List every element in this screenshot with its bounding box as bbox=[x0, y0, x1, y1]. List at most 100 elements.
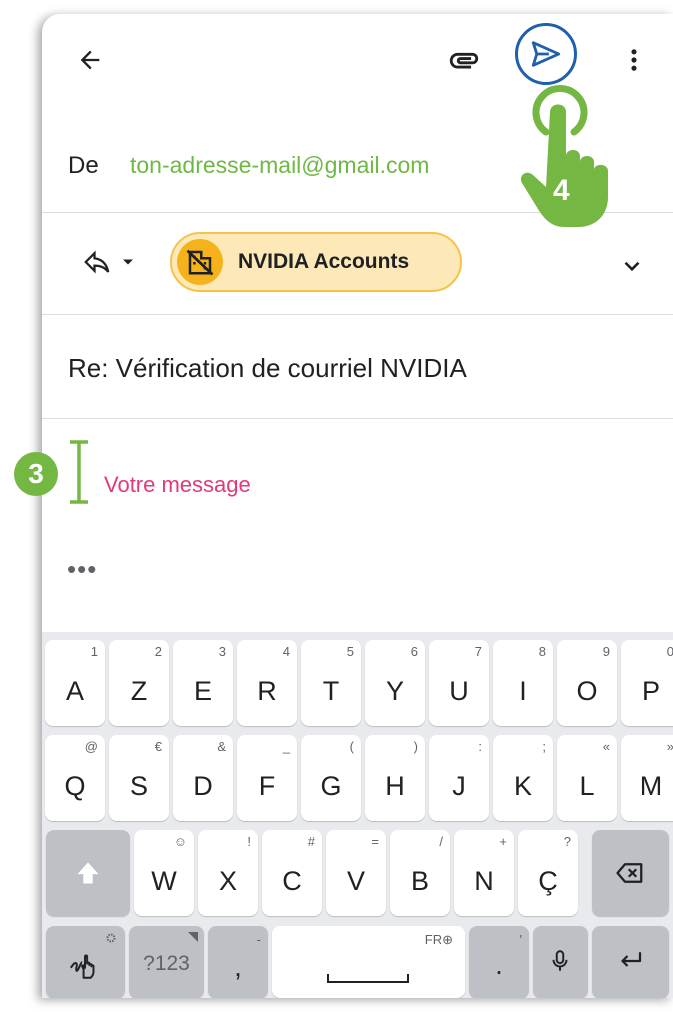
key-z[interactable]: 2Z bbox=[109, 640, 169, 726]
key-label: Q bbox=[64, 771, 86, 801]
space-key[interactable]: FR⊕ bbox=[272, 926, 465, 998]
text-cursor-icon bbox=[70, 440, 88, 504]
key-w[interactable]: ☺ W bbox=[134, 830, 194, 916]
period-key[interactable]: ' . bbox=[469, 926, 529, 998]
key-t[interactable]: 5T bbox=[301, 640, 361, 726]
key-label: Z bbox=[130, 676, 148, 706]
key-b[interactable]: / B bbox=[390, 830, 450, 916]
key-label: S bbox=[129, 771, 148, 801]
key-hint: = bbox=[371, 834, 379, 849]
key-j[interactable]: :J bbox=[429, 735, 489, 821]
key-g[interactable]: (G bbox=[301, 735, 361, 821]
key-label: J bbox=[452, 771, 466, 801]
more-options-button[interactable] bbox=[614, 40, 654, 80]
key-i[interactable]: 8I bbox=[493, 640, 553, 726]
key-x[interactable]: ! X bbox=[198, 830, 258, 916]
key-hint: « bbox=[602, 739, 610, 754]
email-compose-screen: De ton-adresse-mail@gmail.com NVIDIA Acc… bbox=[42, 14, 673, 998]
show-quoted-text-button[interactable]: ••• bbox=[67, 554, 97, 585]
key-hint: ( bbox=[349, 739, 354, 754]
key-label: D bbox=[193, 771, 213, 801]
key-hint: ? bbox=[563, 834, 571, 849]
key-label: R bbox=[257, 676, 277, 706]
key-u[interactable]: 7U bbox=[429, 640, 489, 726]
key-hint: ) bbox=[413, 739, 418, 754]
key-hint: / bbox=[439, 834, 443, 849]
more-vert-icon bbox=[631, 49, 637, 71]
key-c[interactable]: # C bbox=[262, 830, 322, 916]
key-hint: 0 bbox=[666, 644, 673, 659]
comma-key-label: , bbox=[234, 952, 242, 982]
key-label: K bbox=[513, 771, 532, 801]
subject-field[interactable]: Re: Vérification de courriel NVIDIA bbox=[68, 353, 467, 384]
enter-icon bbox=[621, 952, 642, 967]
key-e[interactable]: 3E bbox=[173, 640, 233, 726]
voice-input-key[interactable] bbox=[533, 926, 588, 998]
key-label: Ç bbox=[538, 866, 558, 896]
key-p[interactable]: 0P bbox=[621, 640, 673, 726]
key-hint: @ bbox=[84, 739, 98, 754]
shift-icon bbox=[77, 862, 99, 884]
key-n[interactable]: + N bbox=[454, 830, 514, 916]
key-hint: ; bbox=[542, 739, 546, 754]
period-key-hint: ' bbox=[519, 932, 522, 947]
back-button[interactable] bbox=[70, 40, 110, 80]
enter-key[interactable] bbox=[592, 926, 669, 998]
key-label: P bbox=[641, 676, 660, 706]
key-v[interactable]: = V bbox=[326, 830, 386, 916]
recipient-avatar bbox=[177, 239, 223, 285]
key-r[interactable]: 4R bbox=[237, 640, 297, 726]
microphone-icon bbox=[552, 950, 568, 971]
handwriting-key[interactable] bbox=[46, 926, 125, 998]
space-bar-icon bbox=[327, 974, 409, 983]
key-y[interactable]: 6Y bbox=[365, 640, 425, 726]
key-label: W bbox=[151, 866, 177, 896]
key-hint: 6 bbox=[410, 644, 418, 659]
symbols-key-label: ?123 bbox=[143, 952, 190, 975]
backspace-key[interactable] bbox=[592, 830, 669, 916]
paperclip-icon bbox=[449, 52, 479, 69]
key-f[interactable]: _ F bbox=[237, 735, 297, 821]
key-k[interactable]: ; K bbox=[493, 735, 553, 821]
attach-button[interactable] bbox=[444, 40, 484, 80]
key-label: V bbox=[346, 866, 365, 896]
from-address[interactable]: ton-adresse-mail@gmail.com bbox=[130, 152, 429, 179]
shift-key[interactable] bbox=[46, 830, 130, 916]
key-hint: 9 bbox=[602, 644, 610, 659]
key-hint: & bbox=[217, 739, 226, 754]
chevron-down-icon bbox=[624, 261, 640, 272]
key-label: H bbox=[385, 771, 405, 801]
key-m[interactable]: »M bbox=[621, 735, 673, 821]
recipient-chip[interactable]: NVIDIA Accounts bbox=[170, 232, 462, 292]
key-s[interactable]: € S bbox=[109, 735, 169, 821]
key-hint: _ bbox=[282, 739, 290, 754]
key-label: E bbox=[193, 676, 212, 706]
key-label: N bbox=[474, 866, 494, 896]
key-a[interactable]: 1A bbox=[45, 640, 105, 726]
comma-key[interactable]: - , bbox=[208, 926, 268, 998]
key-hint: + bbox=[499, 834, 507, 849]
arrow-left-icon bbox=[80, 50, 100, 70]
key-label: B bbox=[410, 866, 429, 896]
key-ç[interactable]: ? Ç bbox=[518, 830, 578, 916]
expand-recipients-button[interactable] bbox=[612, 246, 652, 286]
key-q[interactable]: @ Q bbox=[45, 735, 105, 821]
key-hint: : bbox=[478, 739, 482, 754]
key-l[interactable]: «L bbox=[557, 735, 617, 821]
reply-type-button[interactable] bbox=[70, 242, 150, 282]
language-indicator: FR⊕ bbox=[424, 932, 453, 947]
key-h[interactable]: ) H bbox=[365, 735, 425, 821]
backspace-icon bbox=[616, 863, 643, 883]
symbols-key[interactable]: ?123 bbox=[129, 926, 204, 998]
gear-icon bbox=[106, 933, 116, 943]
divider bbox=[42, 418, 673, 419]
reply-icon bbox=[84, 250, 110, 274]
message-body-input[interactable]: Votre message bbox=[104, 472, 251, 498]
key-label: C bbox=[282, 866, 302, 896]
key-label: M bbox=[639, 771, 663, 801]
key-hint: 4 bbox=[282, 644, 290, 659]
key-o[interactable]: 9O bbox=[557, 640, 617, 726]
key-d[interactable]: & D bbox=[173, 735, 233, 821]
step-3-label: 3 bbox=[28, 458, 44, 489]
send-button[interactable] bbox=[515, 23, 577, 85]
